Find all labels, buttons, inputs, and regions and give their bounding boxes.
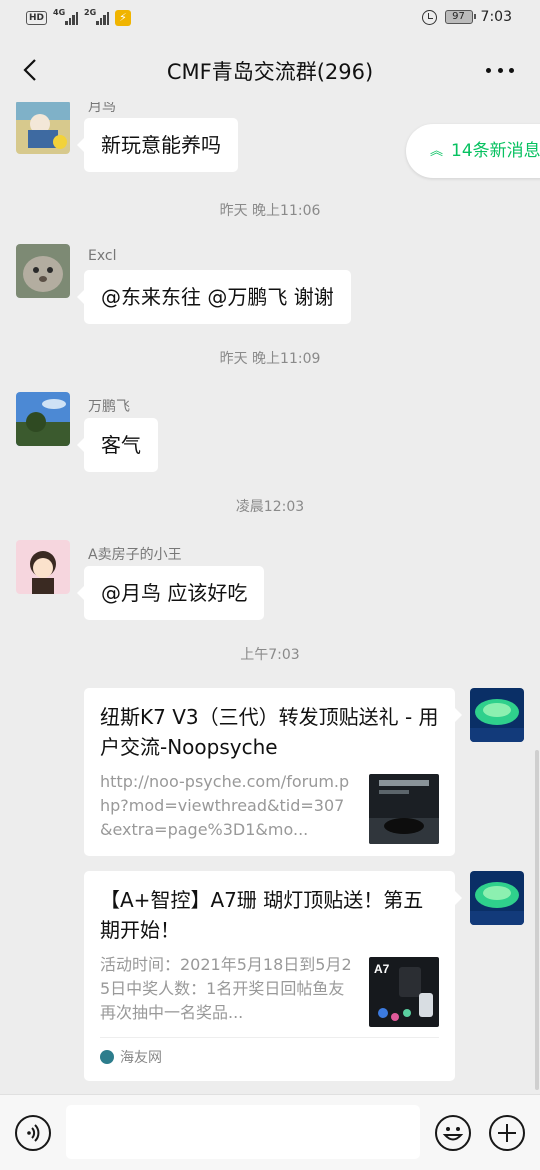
hd-badge: HD	[26, 11, 48, 25]
link-card-description: 活动时间：2021年5月18日到5月25日中奖人数：1名开奖日回帖鱼友再次抽中一…	[100, 955, 352, 1022]
avatar[interactable]	[16, 102, 70, 154]
input-bar	[0, 1094, 540, 1170]
message-bubble[interactable]: @月鸟 应该好吃	[76, 566, 265, 620]
plus-icon[interactable]	[489, 1115, 525, 1151]
timestamp: 凌晨12:03	[235, 499, 305, 515]
link-thumbnail: A7	[369, 957, 439, 1027]
message-input[interactable]	[66, 1105, 420, 1159]
message-bubble[interactable]: @东来东往 @万鹏飞 谢谢	[77, 270, 351, 324]
timestamp: 昨天 晚上11:09	[219, 351, 321, 367]
power-saver-icon: ⚡	[115, 10, 132, 26]
emoji-icon[interactable]	[435, 1115, 471, 1151]
signal-icon: 2G	[84, 8, 110, 25]
signal-icon: 4G	[53, 8, 79, 25]
clock: 7:03	[480, 9, 512, 25]
link-card-title: 【A+智控】A7珊 瑚灯顶贴送！第五期开始！	[100, 888, 424, 942]
source-logo-icon	[100, 1050, 114, 1064]
message-list[interactable]: 月鸟 新玩意能养吗 ︽ 14条新消息 昨天 晚上11:06 Excl @东来东往 …	[0, 102, 540, 1094]
link-thumbnail	[369, 774, 439, 844]
voice-input-icon[interactable]	[15, 1115, 51, 1151]
more-options-icon[interactable]	[486, 68, 514, 74]
status-bar: HD 4G 2G ⚡ 97 7:03	[0, 0, 540, 38]
link-card-title: 纽斯K7 V3（三代）转发顶贴送礼 - 用户交流-Noopsyche	[100, 705, 439, 759]
timestamp: 上午7:03	[240, 647, 300, 663]
svg-text:A7: A7	[374, 962, 390, 976]
timestamp: 昨天 晚上11:06	[219, 203, 321, 219]
avatar[interactable]	[16, 392, 70, 446]
link-card[interactable]: 【A+智控】A7珊 瑚灯顶贴送！第五期开始！ 活动时间：2021年5月18日到5…	[84, 871, 462, 1081]
alarm-icon	[421, 9, 437, 25]
scrollbar[interactable]	[535, 750, 539, 1090]
new-messages-button[interactable]: ︽ 14条新消息	[406, 124, 540, 178]
link-card[interactable]: 纽斯K7 V3（三代）转发顶贴送礼 - 用户交流-Noopsyche http:…	[84, 688, 462, 856]
battery-icon: 97	[444, 10, 476, 24]
avatar[interactable]	[16, 244, 70, 298]
link-card-description: http://noo-psyche.com/forum.php?mod=view…	[100, 772, 350, 839]
my-avatar[interactable]	[470, 871, 524, 925]
sender-name: 万鹏飞	[88, 399, 130, 415]
chat-title: CMF青岛交流群(296)	[166, 60, 374, 84]
chat-header: CMF青岛交流群(296)	[0, 38, 540, 102]
sender-name: A卖房子的小王	[88, 547, 182, 563]
double-chevron-up-icon: ︽	[430, 144, 444, 159]
avatar[interactable]	[16, 540, 70, 594]
link-card-source: 海友网	[100, 1037, 439, 1067]
sender-name: 月鸟	[88, 102, 116, 115]
my-avatar[interactable]	[470, 688, 524, 742]
sender-name: Excl	[88, 248, 117, 264]
message-bubble[interactable]: 客气	[77, 418, 158, 472]
message-bubble[interactable]: 新玩意能养吗	[77, 118, 238, 172]
